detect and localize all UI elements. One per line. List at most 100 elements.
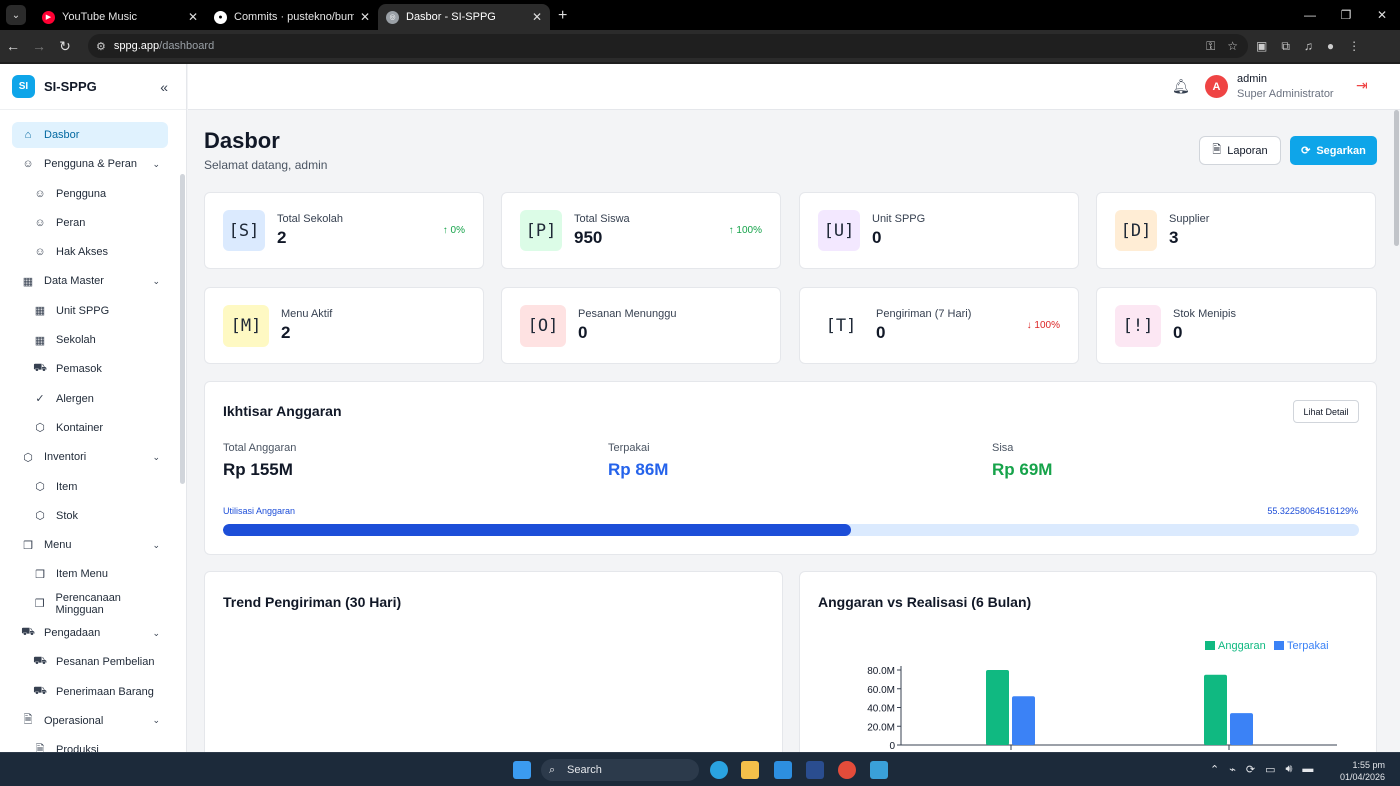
sidebar-item-pemasok[interactable]: ⛟ Pemasok [12, 356, 168, 382]
telegram-icon[interactable] [710, 761, 728, 779]
volume-icon[interactable]: 🔊︎ [1285, 763, 1292, 776]
avatar[interactable]: A [1205, 75, 1228, 98]
refresh-button[interactable]: ⟳ Segarkan [1290, 136, 1377, 165]
sidebar-item-dasbor[interactable]: ⌂ Dasbor [12, 122, 168, 148]
sidebar-item-sekolah[interactable]: ▦ Sekolah [12, 327, 168, 353]
restore-icon[interactable]: ❐ [1328, 8, 1364, 22]
cart-icon: ⛟ [21, 626, 35, 639]
chevron-down-icon[interactable]: ⌄ [152, 715, 160, 726]
budget-overview-card: Ikhtisar Anggaran Lihat Detail Total Ang… [204, 381, 1377, 555]
building-icon: ▦ [34, 334, 46, 347]
file-icon: 🗎 [23, 714, 33, 727]
users-icon: ☺ [34, 246, 46, 259]
extension-icon[interactable]: ▣ [1256, 39, 1267, 53]
sidebar-item-produksi[interactable]: 🗎 Produksi [12, 737, 168, 752]
sidebar-item-perencanaan-mingguan[interactable]: ❒ Perencanaan Mingguan [12, 591, 168, 617]
bar-terpakai-1[interactable] [1230, 713, 1253, 745]
profile-icon[interactable]: ● [1327, 39, 1334, 53]
view-detail-button[interactable]: Lihat Detail [1293, 400, 1359, 423]
close-tab-icon[interactable]: ✕ [360, 10, 370, 24]
new-tab-icon[interactable]: + [558, 7, 567, 25]
vscode-icon[interactable] [774, 761, 792, 779]
chevron-down-icon[interactable]: ⌄ [152, 159, 160, 170]
stat-icon: [U] [818, 210, 860, 251]
y-tick-label: 40.0M [867, 704, 895, 715]
bar-anggaran-1[interactable] [1204, 674, 1227, 745]
browser-toolbar: ← → ↻ ⚙ sppg.app/dashboard ⚿ ☆ ▣ ⧉ ♫ ● ⋮ [0, 30, 1400, 62]
address-bar[interactable]: ⚙ sppg.app/dashboard ⚿ ☆ [88, 34, 1248, 58]
back-icon[interactable]: ← [0, 38, 26, 54]
stat-card: [U] Unit SPPG 0 [799, 192, 1079, 269]
puzzle-icon[interactable]: ⧉ [1281, 39, 1290, 54]
terminal-icon[interactable] [806, 761, 824, 779]
page-scrollbar[interactable] [1394, 110, 1399, 246]
sidebar-item-item-menu[interactable]: ❒ Item Menu [12, 561, 168, 587]
browser-tab[interactable]: ▶ YouTube Music ✕ [34, 4, 206, 30]
sidebar: SI SI-SPPG « ⌂ Dasbor ☺ Pengguna & Peran ⌄ ☺ P… [0, 64, 187, 752]
total-budget: Total Anggaran Rp 155M [223, 442, 296, 480]
more-menu-icon[interactable]: ⋮ [1348, 39, 1360, 53]
sidebar-item-pengguna-peran[interactable]: ☺ Pengguna & Peran ⌄ [12, 151, 168, 177]
close-tab-icon[interactable]: ✕ [188, 10, 198, 24]
sidebar-scrollbar[interactable] [180, 174, 185, 484]
battery-icon[interactable]: ▬ [1302, 763, 1313, 776]
sidebar-brand: SI SI-SPPG « [0, 64, 186, 110]
notepad-icon[interactable] [870, 761, 888, 779]
sidebar-item-pengadaan[interactable]: ⛟ Pengadaan ⌄ [12, 620, 168, 646]
forward-icon[interactable]: → [26, 38, 52, 54]
chevron-down-icon[interactable]: ⌄ [152, 540, 160, 551]
stat-card: [M] Menu Aktif 2 [204, 287, 484, 364]
notification-bell-icon[interactable]: 🔔︎ [1172, 78, 1190, 95]
book-icon: ❒ [34, 598, 45, 611]
sidebar-item-operasional[interactable]: 🗎 Operasional ⌄ [12, 708, 168, 734]
browser-tab-active[interactable]: ◎ Dasbor - SI-SPPG ✕ [378, 4, 550, 30]
sidebar-item-kontainer[interactable]: ⬡ Kontainer [12, 415, 168, 441]
password-key-icon[interactable]: ⚿ [1206, 39, 1215, 54]
sidebar-item-pengguna[interactable]: ☺ Pengguna [12, 181, 168, 207]
book-icon: ❒ [23, 539, 33, 552]
clock[interactable]: 1:55 pm 01/04/2026 [1340, 759, 1385, 783]
taskbar-search[interactable]: ⌕ Search [541, 759, 699, 781]
display-icon[interactable]: ▭ [1265, 763, 1275, 776]
sync-icon[interactable]: ⟳ [1246, 763, 1255, 776]
minimize-icon[interactable]: — [1292, 8, 1328, 22]
collapse-sidebar-icon[interactable]: « [160, 79, 168, 95]
network-icon[interactable]: ⌁ [1229, 763, 1236, 776]
media-icon[interactable]: ♫ [1304, 39, 1313, 53]
sidebar-item-hak-akses[interactable]: ☺ Hak Akses [12, 239, 168, 265]
sidebar-item-stok[interactable]: ⬡ Stok [12, 503, 168, 529]
sidebar-item-label: Produksi [56, 744, 99, 752]
tab-search-button[interactable]: ⌄ [6, 5, 26, 25]
site-info-icon[interactable]: ⚙ [96, 40, 106, 53]
browser-tab[interactable]: ● Commits · pustekno/bumdes-k ✕ [206, 4, 378, 30]
sidebar-item-label: Stok [56, 509, 79, 522]
sidebar-item-alergen[interactable]: ✓ Alergen [12, 386, 168, 412]
sidebar-item-pesanan-pembelian[interactable]: ⛟ Pesanan Pembelian [12, 649, 168, 675]
sidebar-item-peran[interactable]: ☺ Peran [12, 210, 168, 236]
file-explorer-icon[interactable] [741, 761, 759, 779]
sidebar-item-data-master[interactable]: ▦ Data Master ⌄ [12, 268, 168, 294]
app-logo: SI [12, 75, 35, 98]
sidebar-item-unit-sppg[interactable]: ▦ Unit SPPG [12, 298, 168, 324]
sidebar-item-item[interactable]: ⬡ Item [12, 474, 168, 500]
sidebar-item-menu[interactable]: ❒ Menu ⌄ [12, 532, 168, 558]
sidebar-item-inventori[interactable]: ⬡ Inventori ⌄ [12, 444, 168, 470]
chrome-icon[interactable] [838, 761, 856, 779]
logout-icon[interactable]: ⇥ [1356, 77, 1368, 94]
chevron-up-icon[interactable]: ⌃ [1210, 763, 1219, 776]
sidebar-item-penerimaan-barang[interactable]: ⛟ Penerimaan Barang [12, 679, 168, 705]
stat-icon-letter: ! [1132, 316, 1144, 336]
chevron-down-icon[interactable]: ⌄ [152, 276, 160, 287]
close-window-icon[interactable]: ✕ [1364, 8, 1400, 22]
bar-terpakai-0[interactable] [1012, 696, 1035, 745]
start-icon[interactable] [513, 761, 531, 779]
system-tray: ⌃ ⌁ ⟳ ▭ 🔊︎ ▬ [1210, 763, 1313, 776]
chevron-down-icon[interactable]: ⌄ [152, 628, 160, 639]
bar-anggaran-0[interactable] [986, 670, 1009, 745]
reload-icon[interactable]: ↻ [52, 38, 78, 55]
chevron-down-icon[interactable]: ⌄ [152, 452, 160, 463]
close-tab-icon[interactable]: ✕ [532, 10, 542, 24]
y-tick-label: 20.0M [867, 722, 895, 733]
bookmark-star-icon[interactable]: ☆ [1227, 39, 1238, 54]
report-button[interactable]: 🗎 Laporan [1199, 136, 1281, 165]
